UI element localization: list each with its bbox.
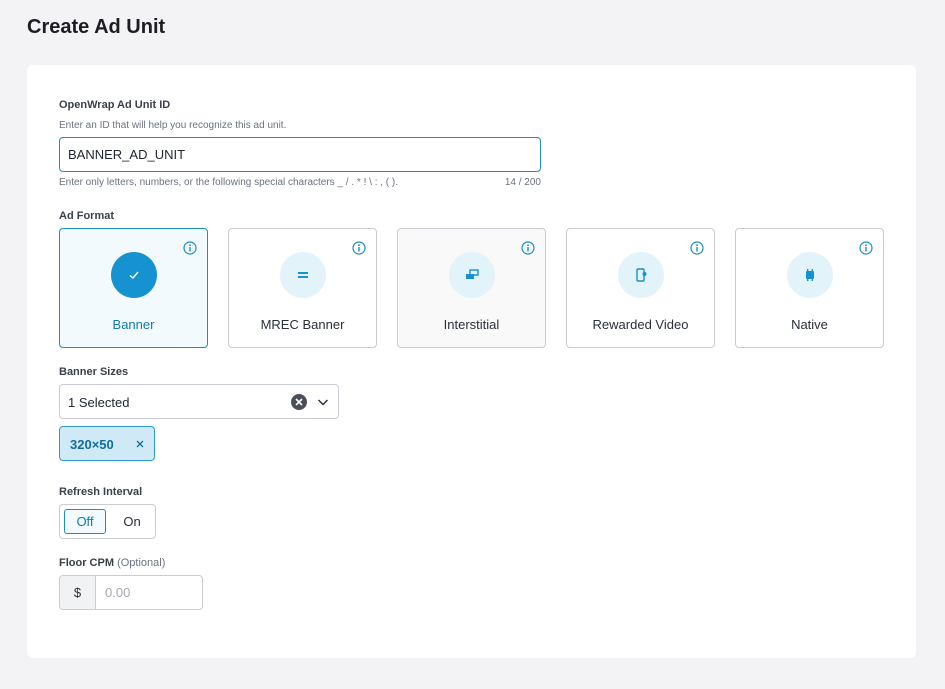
- floor-cpm-label: Floor CPM (Optional): [59, 557, 165, 569]
- format-card-mrec-banner[interactable]: MREC Banner: [228, 228, 377, 348]
- info-icon[interactable]: [183, 241, 197, 255]
- clear-icon[interactable]: [291, 394, 307, 410]
- page-title: Create Ad Unit: [27, 16, 166, 38]
- floor-cpm-input[interactable]: [97, 576, 202, 609]
- info-icon[interactable]: [352, 241, 366, 255]
- floor-cpm-input-group: $: [59, 575, 203, 610]
- ad-unit-id-description: Enter an ID that will help you recognize…: [59, 120, 287, 131]
- currency-symbol: $: [60, 576, 96, 609]
- ad-unit-id-input[interactable]: [59, 137, 541, 172]
- floor-cpm-label-text: Floor CPM: [59, 557, 114, 569]
- native-icon: [786, 252, 833, 298]
- refresh-on-button[interactable]: On: [112, 509, 152, 534]
- character-counter: 14 / 200: [504, 177, 541, 188]
- refresh-off-button[interactable]: Off: [64, 509, 106, 534]
- format-name-native: Native: [791, 317, 828, 332]
- check-icon: [110, 252, 157, 298]
- format-name-interstitial: Interstitial: [443, 317, 500, 332]
- format-card-interstitial[interactable]: Interstitial: [397, 228, 546, 348]
- format-name-banner: Banner: [112, 317, 155, 332]
- banner-size-chip: 320×50: [59, 426, 155, 461]
- format-card-rewarded-video[interactable]: Rewarded Video: [566, 228, 715, 348]
- info-icon[interactable]: [690, 241, 704, 255]
- format-name-mrec-banner: MREC Banner: [260, 317, 345, 332]
- chevron-down-icon[interactable]: [316, 395, 330, 409]
- info-icon[interactable]: [859, 241, 873, 255]
- close-icon[interactable]: [134, 438, 146, 450]
- optional-text: (Optional): [117, 557, 166, 569]
- banner-size-chip-label: 320×50: [70, 437, 114, 452]
- ad-unit-id-label: OpenWrap Ad Unit ID: [59, 99, 171, 111]
- ad-format-label: Ad Format: [59, 210, 114, 222]
- create-ad-unit-form: OpenWrap Ad Unit ID Enter an ID that wil…: [27, 65, 916, 658]
- format-card-native[interactable]: Native: [735, 228, 884, 348]
- banner-sizes-selected-text: 1 Selected: [68, 395, 130, 410]
- mrec-banner-icon: [279, 252, 326, 298]
- format-name-rewarded-video: Rewarded Video: [592, 317, 689, 332]
- refresh-interval-label: Refresh Interval: [59, 486, 143, 498]
- format-card-banner[interactable]: Banner: [59, 228, 208, 348]
- banner-sizes-select[interactable]: 1 Selected: [59, 384, 339, 419]
- banner-sizes-label: Banner Sizes: [59, 366, 129, 378]
- rewarded-video-icon: [617, 252, 664, 298]
- info-icon[interactable]: [521, 241, 535, 255]
- interstitial-icon: [448, 252, 495, 298]
- ad-unit-id-hint: Enter only letters, numbers, or the foll…: [59, 177, 399, 188]
- refresh-interval-toggle: Off On: [59, 504, 156, 539]
